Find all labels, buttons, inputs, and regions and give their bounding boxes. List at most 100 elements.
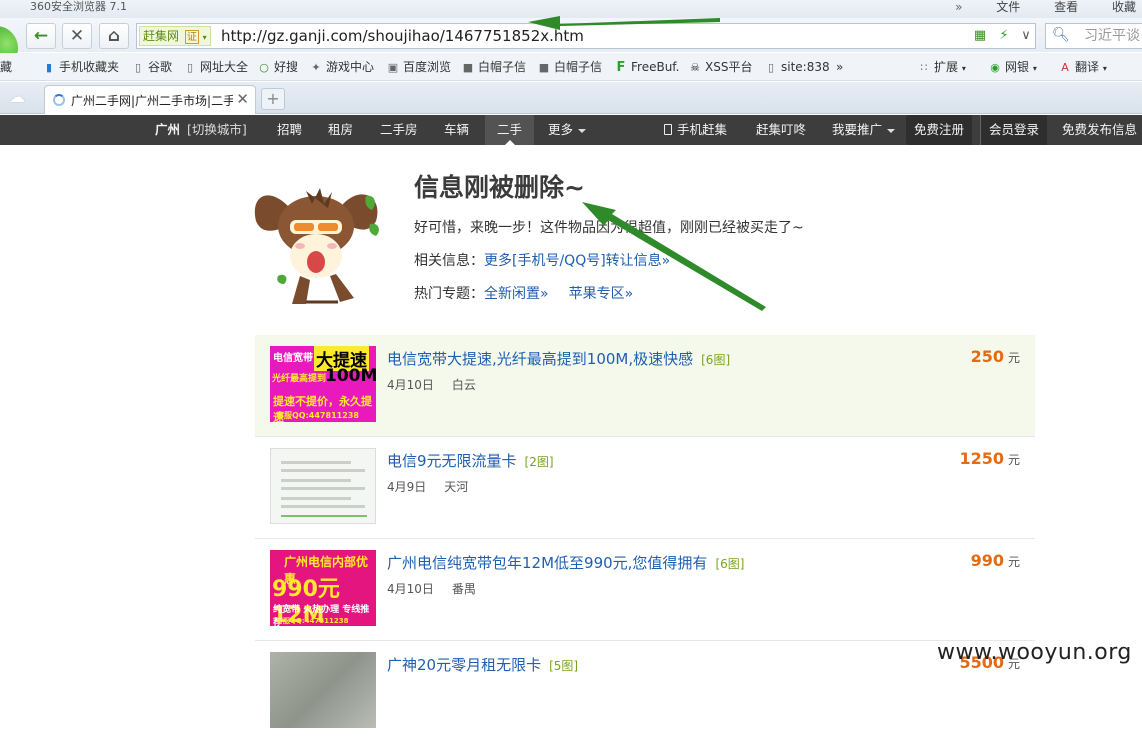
listing-thumbnail[interactable]: 电信宽带 大提速 光纤最高提到 100M 提速不提价，永久提速 客服QQ:447… <box>270 346 376 422</box>
bookmarks-overflow-icon[interactable]: » <box>836 59 843 75</box>
menu-favorites[interactable]: 收藏 <box>1112 0 1136 14</box>
bookmark-url-directory[interactable]: ▯ 网址大全 <box>183 59 248 76</box>
menu-view[interactable]: 查看 <box>1054 0 1078 14</box>
browser-title: 360安全浏览器 7.1 <box>30 0 127 13</box>
bookmark-xss-platform[interactable]: ☠ XSS平台 <box>688 59 752 76</box>
register-button[interactable]: 免费注册 <box>906 115 973 145</box>
donkey-mascot-image <box>254 188 379 304</box>
listing-meta: 4月9日 天河 <box>387 478 468 495</box>
bank-menu[interactable]: ◉ 网银 ▾ <box>988 59 1037 77</box>
tab-strip: ☁ 广州二手网|广州二手市场|二手 ✕ + <box>0 82 1142 114</box>
translate-menu[interactable]: A 翻译 ▾ <box>1058 59 1107 77</box>
listing-thumbnail[interactable] <box>270 652 376 728</box>
listing-title[interactable]: 广州电信纯宽带包年12M低至990元,您值得拥有 [6图] <box>387 552 744 573</box>
bookmark-freebuf[interactable]: F FreeBuf. <box>614 59 680 76</box>
topic-apple-link[interactable]: 苹果专区» <box>569 286 634 302</box>
related-info: 相关信息：更多[手机号/QQ号]转让信息» <box>414 250 670 270</box>
picture-count: [2图] <box>524 455 554 469</box>
listing-area: 白云 <box>451 378 476 392</box>
nav-rent[interactable]: 租房 <box>328 115 353 145</box>
listing-title[interactable]: 电信宽带大提速,光纤最高提到100M,极速快感 [6图] <box>387 348 730 369</box>
home-button[interactable]: ⌂ <box>99 23 129 49</box>
bookmark-haosou[interactable]: ○ 好搜 <box>257 59 298 76</box>
bookmark-favorites[interactable]: 藏 <box>0 59 12 75</box>
picture-count: [5图] <box>549 659 579 673</box>
picture-count: [6图] <box>715 557 745 571</box>
nav-more[interactable]: 更多 <box>548 115 587 145</box>
page-icon: ▯ <box>767 61 775 74</box>
chevron-down-icon <box>578 128 587 137</box>
listing-thumbnail[interactable] <box>270 448 376 524</box>
stop-button[interactable]: ✕ <box>62 23 92 49</box>
new-tab-button[interactable]: + <box>261 88 285 110</box>
list-item[interactable]: 电信宽带 大提速 光纤最高提到 100M 提速不提价，永久提速 客服QQ:447… <box>255 335 1035 437</box>
search-input[interactable]: 习近平谈 <box>1084 28 1140 44</box>
qr-code-icon[interactable]: ▦ <box>971 27 989 45</box>
chevron-down-icon: ▾ <box>202 33 207 42</box>
bookmark-game-center[interactable]: ✦ 游戏中心 <box>309 59 374 76</box>
topic-new-idle-link[interactable]: 全新闲置» <box>484 286 549 302</box>
picture-count: [6图] <box>701 353 731 367</box>
topics-label: 热门专题： <box>414 286 484 302</box>
hat-icon: ■ <box>462 61 474 74</box>
shield-icon: ◉ <box>990 61 1000 74</box>
cloud-icon[interactable]: ☁ <box>9 89 33 105</box>
close-icon: ✕ <box>69 26 85 46</box>
phone-icon <box>664 124 672 135</box>
nav-second-hand[interactable]: 二手 <box>485 115 535 145</box>
bookmark-whitehat-2[interactable]: ■ 白帽子信 <box>537 59 602 76</box>
close-icon[interactable]: ✕ <box>236 90 249 108</box>
login-button[interactable]: 会员登录 <box>980 115 1048 145</box>
bookmark-baidu-browser[interactable]: ▣ 百度浏览 <box>386 59 451 76</box>
notice-title: 信息刚被删除~ <box>414 173 585 202</box>
url-text[interactable]: http://gz.ganji.com/shoujihao/1467751852… <box>221 24 584 48</box>
nav-dingdong[interactable]: 赶集叮咚 <box>756 115 806 145</box>
extensions-menu[interactable]: ∷ 扩展 ▾ <box>917 59 966 77</box>
address-toolbar: ← ✕ ⌂ 赶集网 证 ▾ http://gz.ganji.com/shouji… <box>0 18 1142 70</box>
bookmark-whitehat-1[interactable]: ■ 白帽子信 <box>461 59 526 76</box>
search-icon[interactable]: 🔍︎ <box>1052 27 1070 43</box>
switch-city-link[interactable]: [切换城市] <box>187 115 247 145</box>
page-icon: ▯ <box>134 61 142 74</box>
nav-mobile-app[interactable]: 手机赶集 <box>664 115 727 145</box>
tab-ganji[interactable]: 广州二手网|广州二手市场|二手 ✕ <box>44 85 256 114</box>
grid-icon: ∷ <box>920 61 928 74</box>
list-item[interactable]: 广神20元零月租无限卡 [5图] 5500 元 <box>255 641 1035 743</box>
listing-title[interactable]: 电信9元无限流量卡 [2图] <box>387 450 554 471</box>
address-bar[interactable]: 赶集网 证 ▾ http://gz.ganji.com/shoujihao/14… <box>136 23 1036 49</box>
chevron-down-icon[interactable]: ∨ <box>1017 27 1035 45</box>
listing-price: 250 元 <box>970 347 1020 366</box>
gamepad-icon: ✦ <box>311 61 321 74</box>
bookmark-google[interactable]: ▯ 谷歌 <box>131 59 172 76</box>
related-more-link[interactable]: 更多[手机号/QQ号]转让信息» <box>484 253 670 269</box>
list-item[interactable]: 电信9元无限流量卡 [2图] 4月9日 天河 1250 元 <box>255 437 1035 539</box>
globe-icon: ▣ <box>387 61 399 74</box>
bookmark-site-838[interactable]: ▯ site:838 <box>764 59 830 76</box>
listing-thumbnail[interactable]: 广州电信内部优惠 990元12M 纯宽带 火热办理 专线推荐 客服QQ:4478… <box>270 550 376 626</box>
chevron-down-icon: ▾ <box>1032 64 1037 73</box>
page-icon: ▯ <box>186 61 194 74</box>
notice-message: 好可惜，来晚一步！这件物品因为很超值，刚刚已经被买走了~ <box>414 220 804 236</box>
translate-icon: A <box>1061 61 1069 74</box>
back-button[interactable]: ← <box>26 23 56 49</box>
listing-title[interactable]: 广神20元零月租无限卡 [5图] <box>387 654 578 675</box>
nav-promote[interactable]: 我要推广 <box>832 115 896 145</box>
browser-menu-bar: » 文件 查看 收藏 <box>925 0 1136 14</box>
watermark-text: www.wooyun.org <box>937 640 1132 665</box>
nav-jobs[interactable]: 招聘 <box>277 115 302 145</box>
menu-file[interactable]: 文件 <box>996 0 1020 14</box>
phone-icon: ▮ <box>45 61 53 74</box>
home-icon: ⌂ <box>107 26 121 46</box>
list-item[interactable]: 广州电信内部优惠 990元12M 纯宽带 火热办理 专线推荐 客服QQ:4478… <box>255 539 1035 641</box>
nav-vehicles[interactable]: 车辆 <box>444 115 469 145</box>
lightning-icon[interactable]: ⚡ <box>995 27 1013 45</box>
bookmark-mobile-favorites[interactable]: ▮ 手机收藏夹 <box>42 59 119 76</box>
menu-overflow-icon[interactable]: » <box>955 0 962 14</box>
site-identity-badge[interactable]: 赶集网 证 ▾ <box>139 26 211 46</box>
post-free-button[interactable]: 免费发布信息 <box>1062 115 1137 145</box>
nav-second-hand-housing[interactable]: 二手房 <box>380 115 418 145</box>
search-box[interactable]: 🔍︎ 习近平谈 <box>1045 23 1142 49</box>
skull-icon: ☠ <box>690 61 700 74</box>
certificate-icon: 证 <box>184 30 199 44</box>
listing-price: 1250 元 <box>959 449 1020 468</box>
